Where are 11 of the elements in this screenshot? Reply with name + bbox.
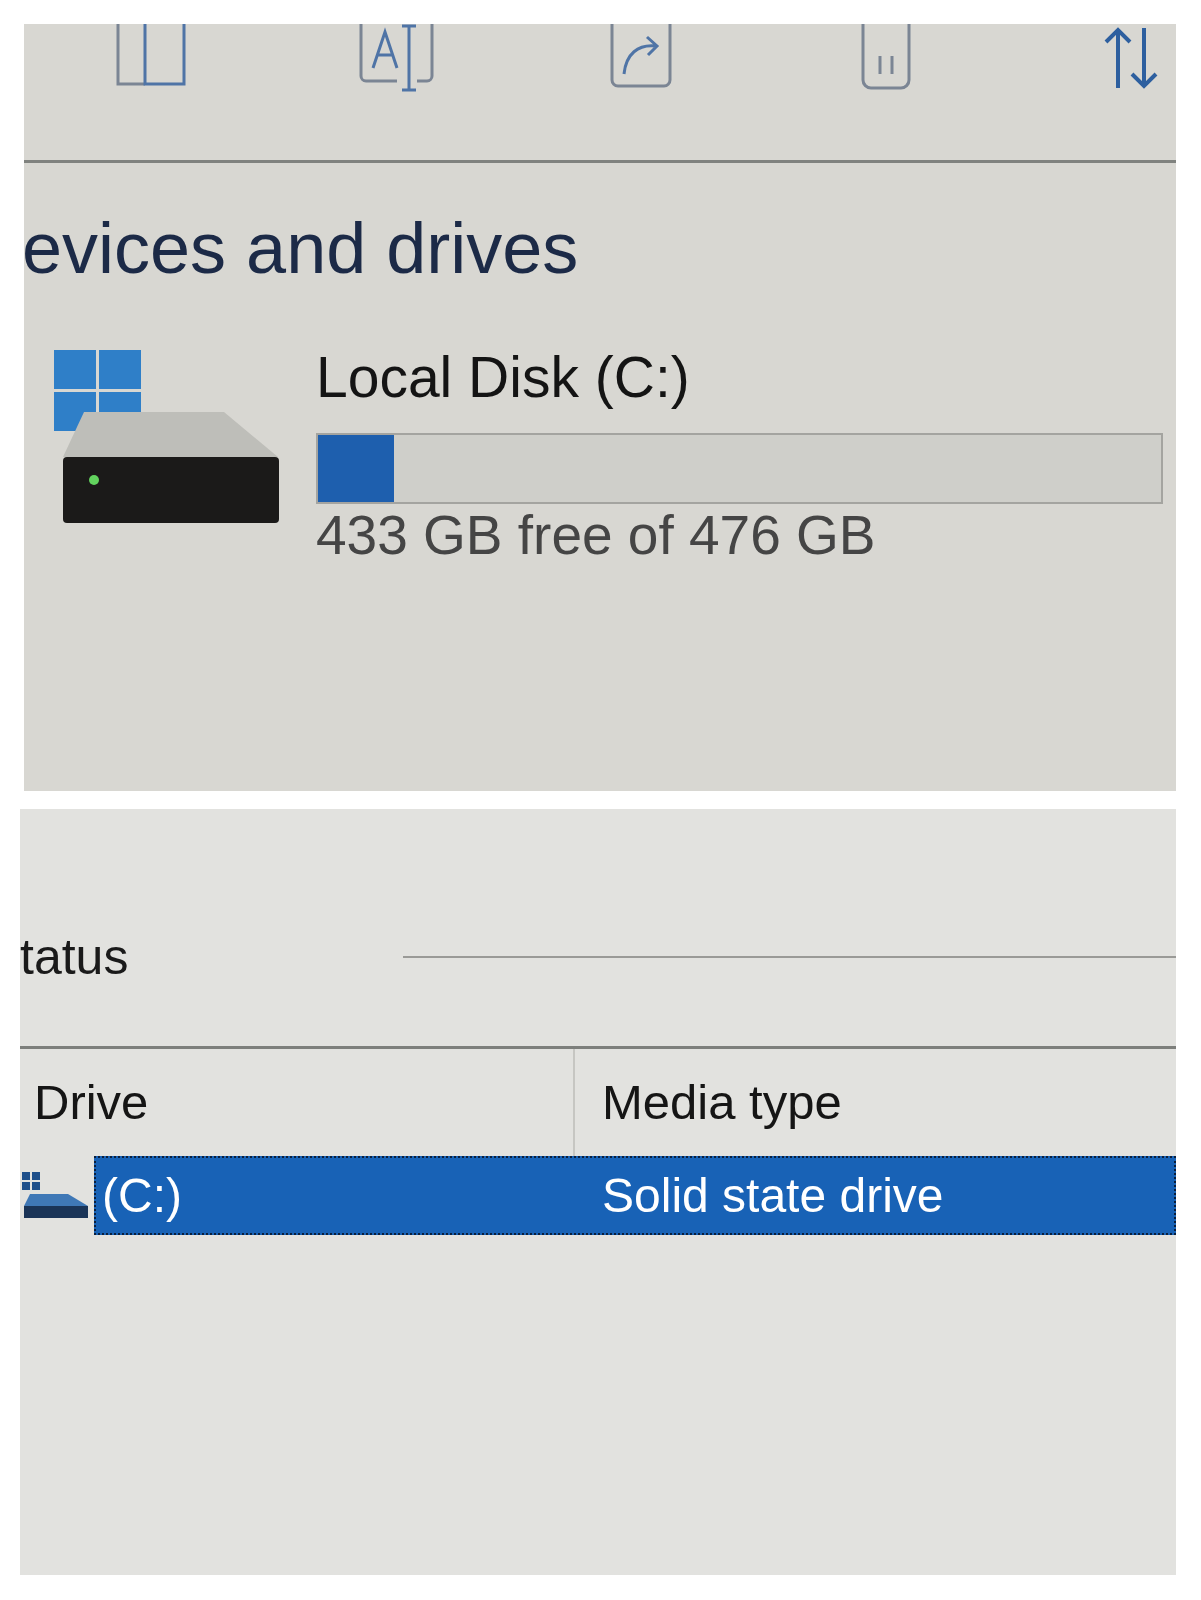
drive-name[interactable]: Local Disk (C:) bbox=[316, 344, 1163, 411]
column-header[interactable]: Media type bbox=[575, 1049, 842, 1156]
free-space-text: 433 GB free of 476 GB bbox=[316, 504, 877, 568]
section-heading: tatus bbox=[20, 928, 129, 987]
two-panes-icon[interactable] bbox=[114, 24, 187, 86]
table-row[interactable]: (C:) Solid state drive bbox=[94, 1156, 1176, 1235]
drive-icon[interactable] bbox=[54, 349, 280, 524]
table-cell-text: Solid state drive bbox=[601, 1167, 944, 1224]
drive-icon bbox=[22, 1171, 90, 1220]
table-cell-text: (C:) bbox=[101, 1167, 183, 1224]
section-heading: evices and drives bbox=[24, 207, 580, 290]
